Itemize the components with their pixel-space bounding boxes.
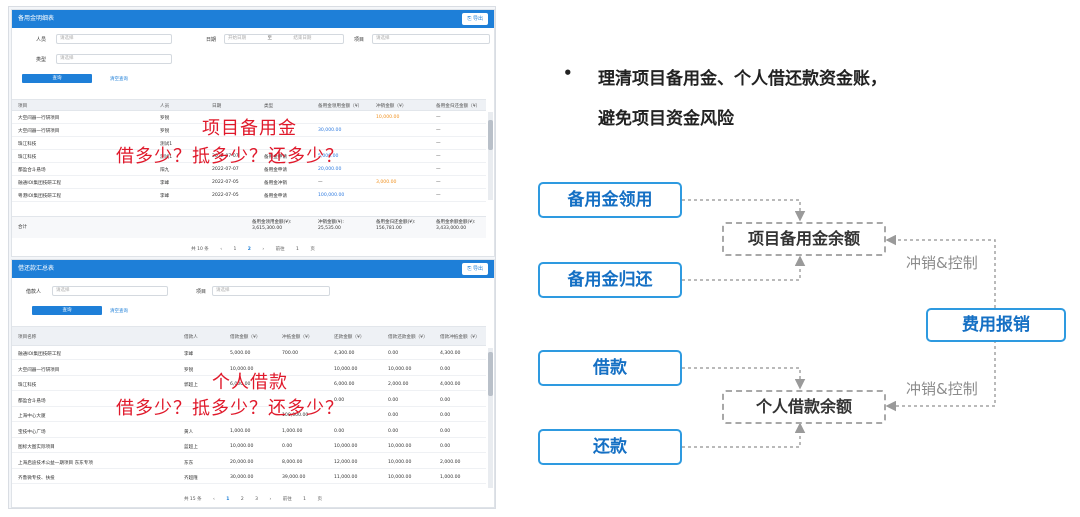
slide: 备用金明细表 ⎘ 导出 人员 请选择 日期 开始日期 至 结束日期 项目 请选择… — [0, 0, 1080, 517]
control-label-bottom: 冲销&控制 — [906, 380, 978, 398]
loan-box: 借款 — [538, 350, 682, 386]
imprest-return-box: 备用金归还 — [538, 262, 682, 298]
project-imprest-balance-box: 项目备用金余额 — [722, 222, 886, 256]
imprest-use-box: 备用金领用 — [538, 182, 682, 218]
personal-loan-balance-box: 个人借款余额 — [722, 390, 886, 424]
control-label-top: 冲销&控制 — [906, 254, 978, 272]
reimburse-box: 费用报销 — [926, 308, 1066, 342]
repay-box: 还款 — [538, 429, 682, 465]
